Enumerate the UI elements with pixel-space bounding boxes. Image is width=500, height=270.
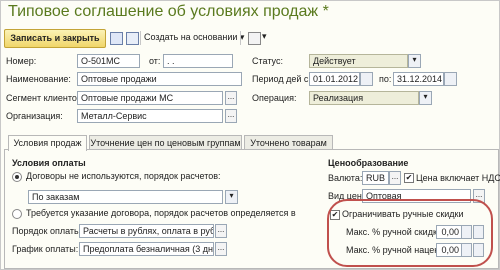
- currency-select-button[interactable]: ...: [389, 171, 401, 185]
- vat-checkbox[interactable]: ✔: [404, 173, 414, 183]
- currency-field[interactable]: RUB: [362, 171, 389, 185]
- period-from-field[interactable]: 01.01.2012: [309, 72, 360, 86]
- schedule-field[interactable]: Предоплата безналичная (3 дня): [79, 242, 214, 256]
- status-label: Статус:: [252, 56, 283, 66]
- number-label: Номер:: [6, 56, 37, 66]
- tab-sales-terms[interactable]: Условия продаж: [8, 135, 87, 151]
- schedule-label: График оплаты:: [12, 244, 79, 254]
- save-icon[interactable]: [110, 32, 123, 45]
- schedule-select-button[interactable]: ...: [215, 242, 227, 256]
- period-to-label: по:: [379, 74, 392, 84]
- org-select-button[interactable]: ...: [225, 109, 237, 123]
- radio-contract-required[interactable]: [12, 209, 22, 219]
- currency-label: Валюта:: [328, 173, 363, 183]
- toolbar-separator: [140, 31, 141, 45]
- payment-order-label: Порядок оплаты:: [12, 226, 83, 236]
- org-field[interactable]: Металл-Сервис: [77, 109, 223, 123]
- tab-goods[interactable]: Уточнено товарам: [244, 135, 333, 150]
- period-label: Период дей с:: [252, 74, 311, 84]
- radio-no-contracts[interactable]: [12, 172, 22, 182]
- tab-price-groups[interactable]: Уточнение цен по ценовым группам: [89, 135, 242, 150]
- number-field[interactable]: О-501МС: [77, 54, 140, 68]
- from-label: от:: [149, 56, 161, 66]
- option-no-contracts-label: Договоры не используются, порядок расчет…: [26, 171, 221, 181]
- list-icon[interactable]: [126, 32, 139, 45]
- toolbar-separator: [240, 31, 241, 45]
- settlement-dropdown-icon[interactable]: ▾: [225, 190, 238, 204]
- save-close-button[interactable]: Записать и закрыть: [4, 29, 106, 48]
- org-label: Организация:: [6, 111, 63, 121]
- window-title: Типовое соглашение об условиях продаж *: [8, 3, 329, 20]
- payment-order-field[interactable]: Расчеты в рублях, оплата в рублях: [79, 224, 214, 238]
- print-chevron-icon[interactable]: ▾: [262, 31, 267, 42]
- calendar-icon[interactable]: [360, 72, 373, 86]
- calendar-icon[interactable]: [444, 72, 457, 86]
- segment-select-button[interactable]: ...: [225, 91, 237, 105]
- date-field[interactable]: . .: [163, 54, 233, 68]
- name-field[interactable]: Оптовые продажи: [77, 72, 242, 86]
- highlight-ring: [327, 199, 493, 267]
- print-icon[interactable]: [248, 32, 261, 45]
- create-based-label: Создать на основании: [144, 32, 238, 42]
- segment-field[interactable]: Оптовые продажи МС: [77, 91, 223, 105]
- vat-label: Цена включает НДС: [416, 173, 500, 183]
- name-label: Наименование:: [6, 74, 71, 84]
- payment-heading: Условия оплаты: [12, 158, 86, 168]
- operation-field[interactable]: Реализация: [309, 91, 419, 105]
- settlement-order-field[interactable]: По заказам: [28, 190, 223, 204]
- pricing-heading: Ценообразование: [328, 158, 409, 168]
- status-dropdown-icon[interactable]: ▾: [408, 54, 421, 68]
- create-based-button[interactable]: Создать на основании ▾: [144, 29, 244, 46]
- operation-dropdown-icon[interactable]: ▾: [419, 91, 432, 105]
- operation-label: Операция:: [252, 93, 297, 103]
- status-field[interactable]: Действует: [309, 54, 408, 68]
- payment-order-select-button[interactable]: ...: [215, 224, 227, 238]
- period-to-field[interactable]: 31.12.2014: [393, 72, 444, 86]
- option-contract-label: Требуется указание договора, порядок рас…: [26, 208, 297, 218]
- segment-label: Сегмент клиентов:: [6, 93, 85, 103]
